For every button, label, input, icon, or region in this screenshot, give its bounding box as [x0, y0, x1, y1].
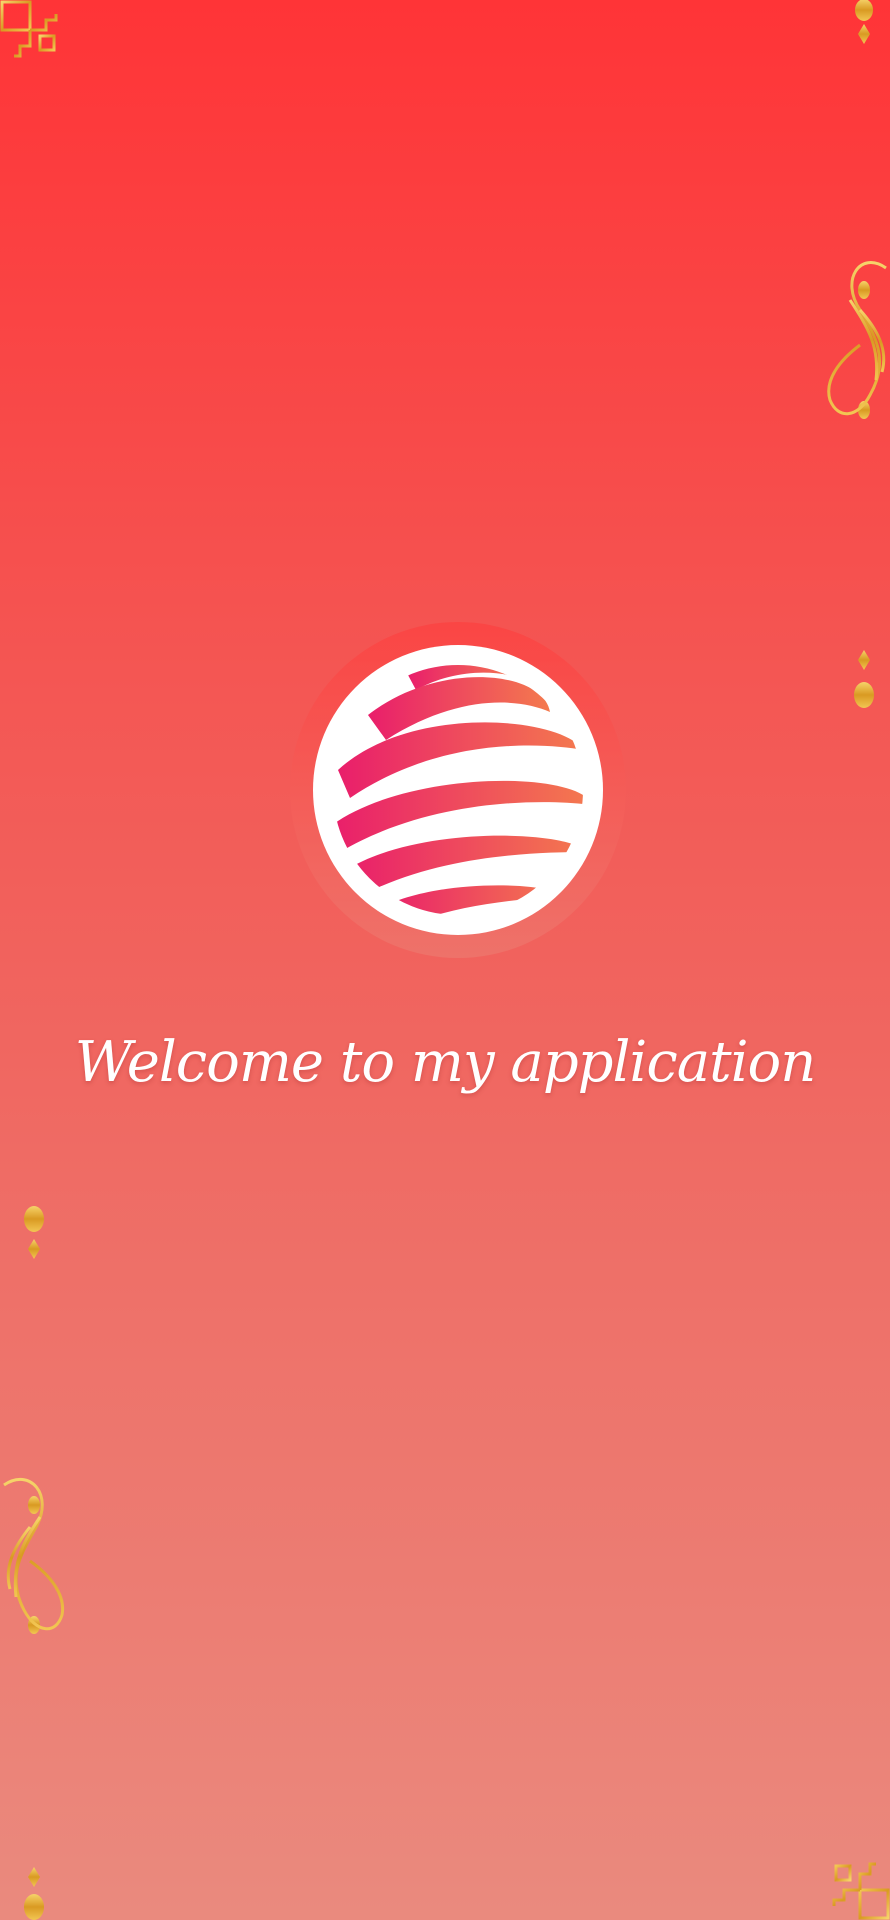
splash-screen: Welcome to my application [0, 0, 890, 1920]
scroll-ornament-right-icon [827, 0, 887, 708]
corner-ornament-bottom-right-icon [535, 1570, 890, 1920]
scroll-ornament-left-icon [3, 1206, 65, 1920]
welcome-message: Welcome to my application [74, 1030, 817, 1095]
corner-ornament-top-left-icon [0, 0, 355, 350]
globe-logo-icon [290, 622, 626, 958]
